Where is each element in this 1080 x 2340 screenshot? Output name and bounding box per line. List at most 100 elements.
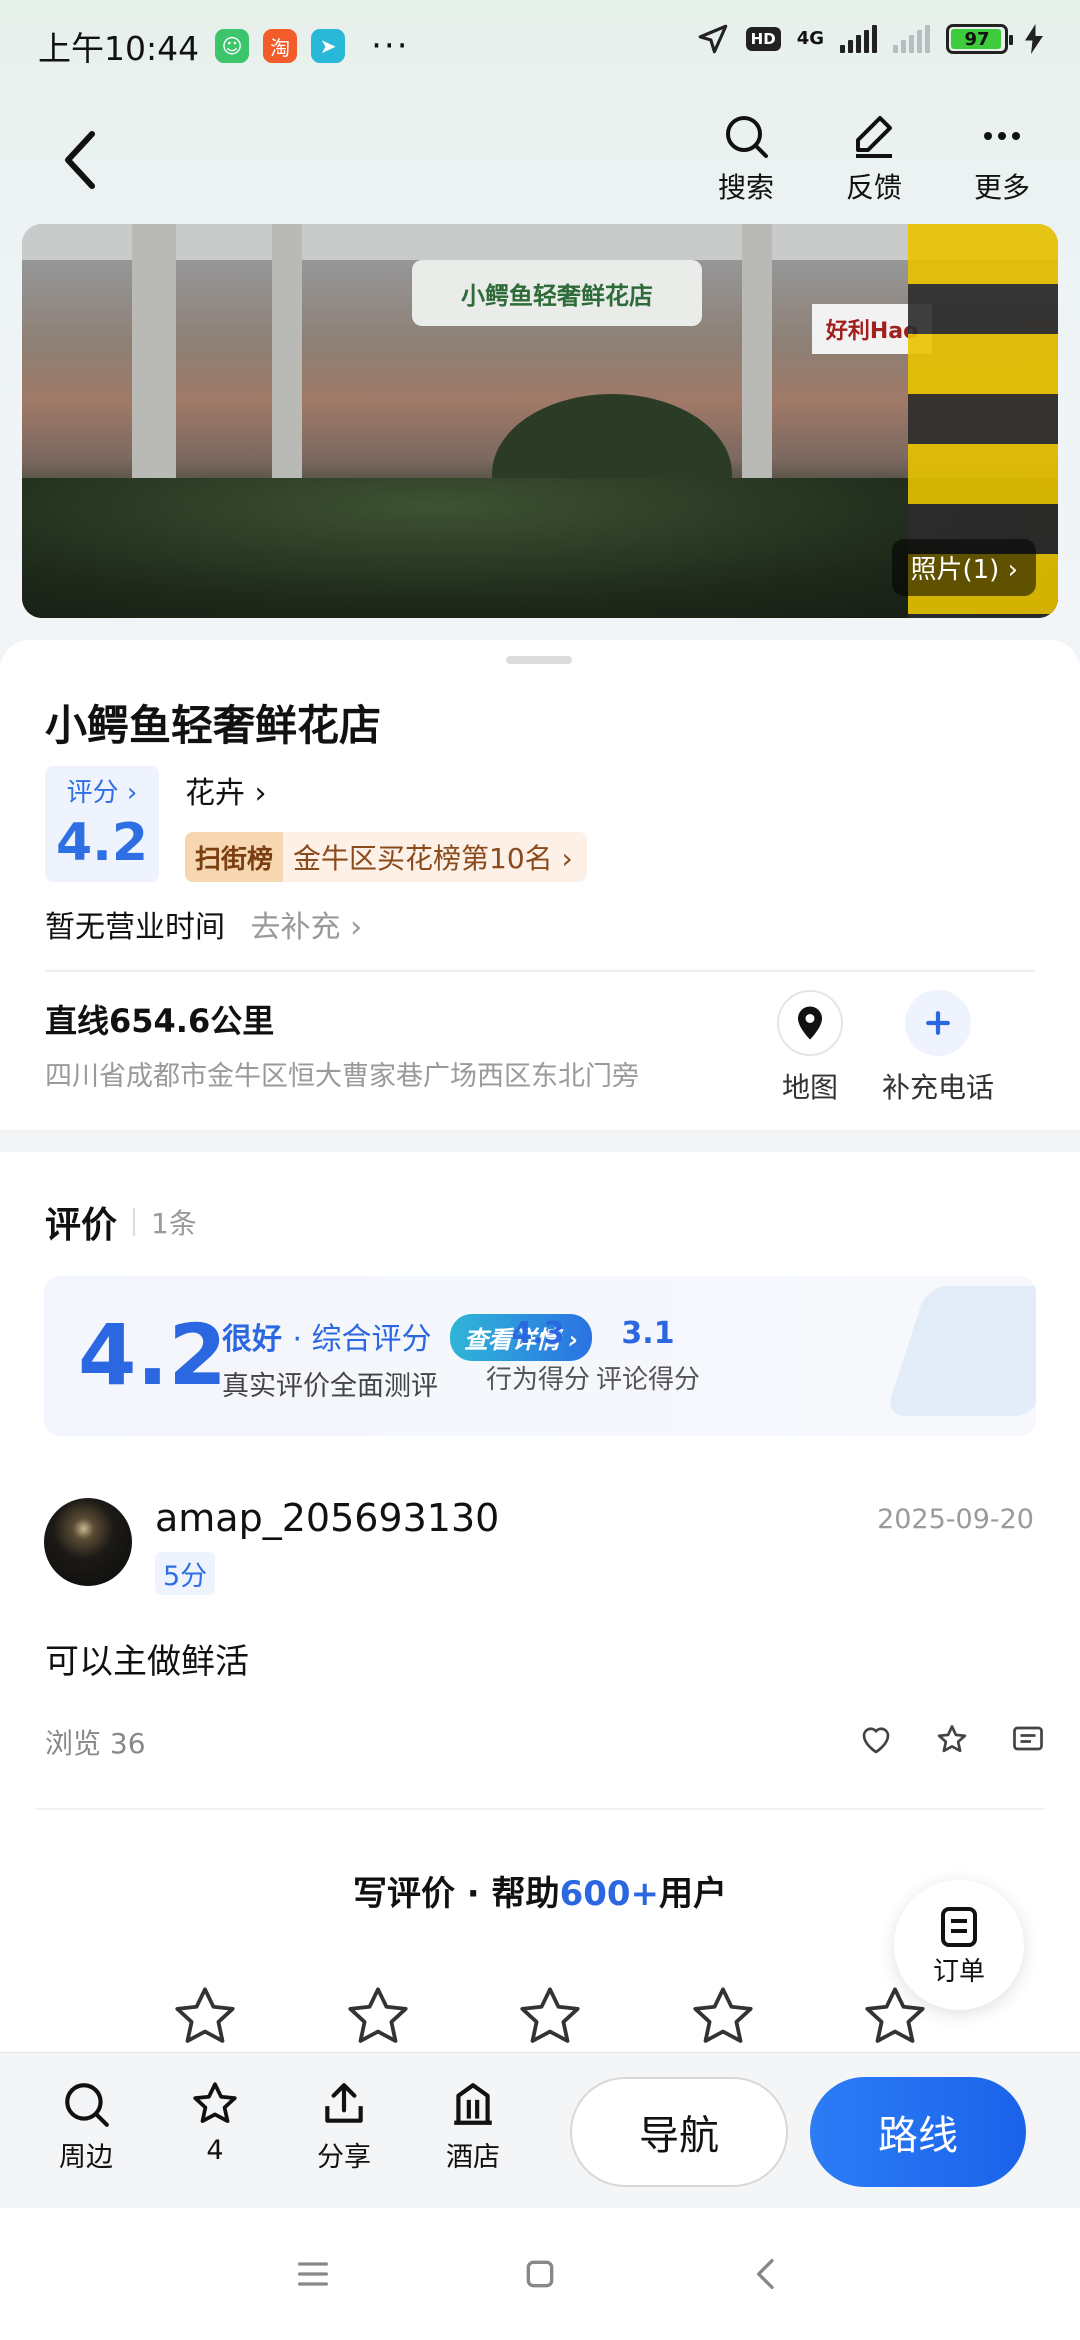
- menu-icon[interactable]: [293, 2254, 333, 2294]
- favorite-star-icon[interactable]: [934, 1722, 970, 1758]
- reviews-header: 评价 1条: [45, 1196, 197, 1248]
- wechat-notification-icon: ☺: [215, 29, 250, 63]
- signal-bars-icon: [840, 25, 877, 53]
- overall-score: 4.2: [78, 1306, 227, 1404]
- score-subtitle: 真实评价全面测评: [222, 1371, 438, 1402]
- battery-level: 97: [964, 28, 990, 50]
- hotel-building-icon: [454, 2083, 492, 2125]
- system-navigation-bar: [0, 2208, 1080, 2340]
- plus-icon: [926, 1011, 950, 1035]
- photo-roof: [22, 224, 1058, 260]
- rating-star-icon[interactable]: [343, 1982, 413, 2052]
- order-label: 订单: [932, 1956, 985, 1987]
- share-label: 分享: [317, 2142, 371, 2173]
- navigate-button[interactable]: 导航: [570, 2077, 788, 2187]
- score-summary-card[interactable]: 4.2 很好 · 综合评分 查看详情 › 真实评价全面测评 4.3 行为得分 3…: [44, 1276, 1036, 1436]
- more-button[interactable]: 更多: [956, 112, 1048, 206]
- back-chevron-icon[interactable]: [747, 2254, 787, 2294]
- behavior-score-label: 行为得分: [486, 1365, 591, 1395]
- behavior-score-value: 4.3: [511, 1316, 565, 1351]
- location-arrow-icon: [698, 24, 727, 54]
- favorite-count: 4: [206, 2135, 224, 2166]
- rank-badge[interactable]: 扫街榜 金牛区买花榜第10名 ›: [185, 832, 587, 882]
- poi-title: 小鳄鱼轻奢鲜花店: [45, 701, 382, 750]
- rating-box[interactable]: 评分 › 4.2: [45, 766, 159, 882]
- more-label: 更多: [973, 171, 1030, 204]
- more-dots-icon: [984, 132, 1020, 140]
- add-phone-button[interactable]: 补充电话: [868, 990, 1008, 1106]
- rank-tag: 扫街榜: [185, 832, 284, 882]
- navigation-notification-icon: ➤: [311, 29, 346, 63]
- reviews-title: 评价: [45, 1205, 118, 1246]
- cta-suffix: 用户: [659, 1874, 728, 1914]
- rating-star-icon[interactable]: [515, 1982, 585, 2052]
- favorite-button[interactable]: 4: [165, 2079, 265, 2166]
- share-button[interactable]: 分享: [294, 2079, 394, 2174]
- sheet-drag-handle[interactable]: [506, 656, 572, 664]
- add-hours-link[interactable]: 去补充 ›: [251, 910, 363, 945]
- hd-badge: HD: [745, 27, 781, 51]
- bottom-action-bar: 周边 4 分享 酒店 导航 路线: [0, 2052, 1080, 2208]
- review-text[interactable]: 可以主做鲜活: [45, 1634, 249, 1683]
- taobao-notification-icon: 淘: [263, 29, 298, 63]
- nearby-button[interactable]: 周边: [36, 2079, 136, 2174]
- review-username[interactable]: amap_205693130: [155, 1496, 499, 1540]
- quality-label: 很好: [222, 1322, 282, 1357]
- rating-star-icon[interactable]: [688, 1982, 758, 2052]
- feedback-button[interactable]: 反馈: [828, 112, 920, 206]
- header-separator: [133, 1208, 136, 1236]
- review-views: 浏览 36: [45, 1727, 146, 1760]
- review-date: 2025-09-20: [877, 1504, 1034, 1535]
- cta-highlight: 600+: [559, 1874, 660, 1914]
- charging-icon: [1025, 24, 1043, 54]
- top-nav-bar: 搜索 反馈 更多: [0, 100, 1080, 220]
- rating-star-icon[interactable]: [170, 1982, 240, 2052]
- hotel-label: 酒店: [446, 2142, 500, 2173]
- search-button[interactable]: 搜索: [700, 112, 792, 206]
- search-icon: [726, 116, 768, 158]
- overall-label: · 综合评分: [292, 1322, 432, 1357]
- opening-hours: 暂无营业时间 去补充 ›: [45, 902, 362, 946]
- battery-icon: 97: [946, 24, 1013, 54]
- hours-text: 暂无营业时间: [45, 910, 225, 945]
- back-button[interactable]: [60, 120, 120, 200]
- store-photo[interactable]: 小鳄鱼轻奢鲜花店 好利Hao 照片(1) ›: [22, 224, 1058, 618]
- add-hours-label: 去补充: [250, 910, 341, 945]
- like-heart-icon[interactable]: [858, 1722, 894, 1758]
- rating-stars: [170, 1982, 930, 2052]
- hotel-button[interactable]: 酒店: [423, 2079, 523, 2174]
- edit-pencil-icon: [856, 116, 892, 158]
- search-label: 搜索: [717, 171, 774, 204]
- photo-count-label: 照片(1): [910, 555, 1000, 585]
- photo-count-button[interactable]: 照片(1) ›: [892, 539, 1036, 596]
- behavior-score: 4.3 行为得分: [486, 1316, 590, 1396]
- order-button[interactable]: 订单: [894, 1880, 1024, 2010]
- photo-shop-sign: 小鳄鱼轻奢鲜花店: [412, 260, 702, 326]
- poi-info-sheet: 小鳄鱼轻奢鲜花店 评分 › 4.2 花卉 › 扫街榜 金牛区买花榜第10名 › …: [0, 640, 1080, 1130]
- cta-prefix: 写评价 · 帮助: [352, 1874, 560, 1914]
- rating-value: 4.2: [55, 813, 149, 873]
- share-icon: [325, 2083, 363, 2123]
- comment-icon[interactable]: [1010, 1722, 1046, 1758]
- signal-bars-secondary-icon: [893, 25, 930, 53]
- add-phone-label: 补充电话: [881, 1071, 994, 1104]
- review-score-badge: 5分: [155, 1552, 216, 1595]
- nearby-label: 周边: [59, 2142, 113, 2173]
- status-time: 上午10:44: [38, 29, 200, 68]
- map-pin-icon: [798, 1006, 822, 1040]
- route-label: 路线: [878, 2113, 958, 2159]
- home-square-icon[interactable]: [520, 2254, 560, 2294]
- search-icon: [65, 2083, 109, 2127]
- map-button[interactable]: 地图: [740, 990, 880, 1106]
- comment-score-value: 3.1: [621, 1316, 675, 1351]
- route-button[interactable]: 路线: [810, 2077, 1026, 2187]
- more-notifications-icon: ···: [371, 26, 410, 66]
- card-decoration: [884, 1286, 1036, 1416]
- comment-score: 3.1 评论得分: [596, 1316, 700, 1396]
- divider: [45, 970, 1035, 972]
- reviews-count: 1条: [151, 1207, 197, 1240]
- avatar[interactable]: [44, 1498, 132, 1586]
- address: 四川省成都市金牛区恒大曹家巷广场西区东北门旁: [45, 1061, 639, 1092]
- map-label: 地图: [781, 1071, 838, 1104]
- category-link[interactable]: 花卉 ›: [185, 768, 267, 812]
